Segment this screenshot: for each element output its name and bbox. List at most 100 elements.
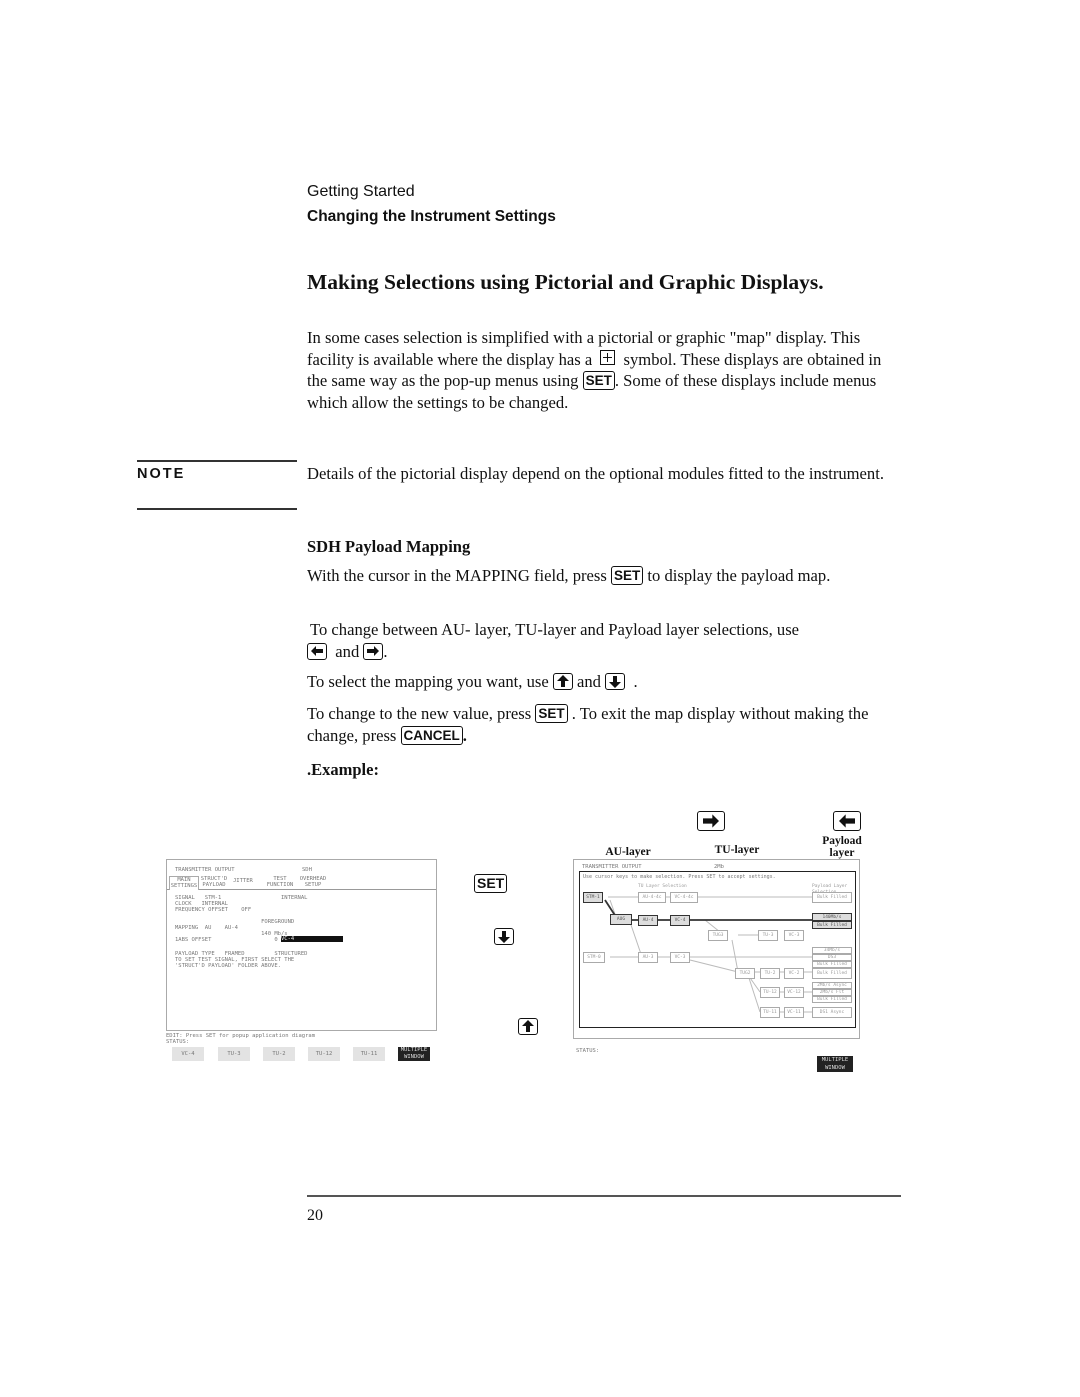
sdh-p3-text: To select the mapping you want, use <box>307 672 549 691</box>
payload-layer-label: Payload layer <box>822 835 862 859</box>
map-node-stm0[interactable]: STM-0 <box>583 952 605 963</box>
screen-line <box>175 943 307 951</box>
note-bottom-rule <box>137 508 297 510</box>
sdh-p1-text-b: to display the payload map. <box>647 566 831 585</box>
map-node-bulk-filled[interactable]: Bulk Filled <box>812 968 852 979</box>
sdh-p2-and: and <box>335 641 360 661</box>
map-node-bulk-filled[interactable]: Bulk Filled <box>812 961 852 968</box>
running-header-subsection: Changing the Instrument Settings <box>307 208 556 225</box>
sdh-p3-and: and <box>577 672 601 691</box>
softkey-tu3[interactable]: TU-3 <box>218 1047 250 1061</box>
running-header-section: Getting Started <box>307 183 415 200</box>
map-node-vc4[interactable]: VC-4 <box>670 915 690 926</box>
sdh-p4-end: . <box>462 725 467 745</box>
cancel-key: CANCEL <box>400 725 463 745</box>
map-node-tu3[interactable]: TU-3 <box>758 930 778 941</box>
tab-test-function[interactable]: TEST FUNCTION <box>265 876 295 888</box>
example-set-key-wrap: SET <box>474 874 508 894</box>
screen-settings-lines: SIGNAL STM-1 INTERNAL CLOCK INTERNAL FRE… <box>175 895 307 969</box>
sdh-p2-text: To change between AU- layer, TU-layer an… <box>310 620 800 639</box>
map-node-au4-4c[interactable]: AU-4-4c <box>638 892 666 903</box>
left-screen-status-label: STATUS: <box>166 1039 190 1045</box>
au-layer-label: AU-layer <box>605 846 651 858</box>
page-title: Making Selections using Pictorial and Gr… <box>307 270 824 294</box>
mapping-highlighted-option[interactable]: VC-4 <box>281 936 343 942</box>
map-node-140mbs[interactable]: 140Mb/s <box>812 913 852 921</box>
sdh-p1-text-a: With the cursor in the MAPPING field, pr… <box>307 566 607 585</box>
note-text: Details of the pictorial display depend … <box>307 464 884 483</box>
arrow-right-icon <box>697 811 725 831</box>
arrow-down-key-icon <box>605 673 626 690</box>
screen-title: TRANSMITTER OUTPUT <box>175 867 235 873</box>
tab-overhead-setup[interactable]: OVERHEAD SETUP <box>297 876 329 888</box>
map-node-2mbs-async[interactable]: 2Mb/s Async <box>812 982 852 989</box>
map-node-tu2[interactable]: TU-2 <box>760 968 780 979</box>
note-top-rule <box>137 460 297 462</box>
note-label: NOTE <box>137 466 186 482</box>
arrow-left-key-icon <box>307 642 327 660</box>
sdh-p2-end: . <box>383 641 388 661</box>
payload-map-frame: Use cursor keys to make selection. Press… <box>579 871 856 1028</box>
boxed-plus-icon <box>600 349 616 365</box>
sdh-paragraph-3: To select the mapping you want, use and … <box>307 671 902 693</box>
set-key: SET <box>474 874 508 893</box>
arrow-down-icon <box>494 928 514 945</box>
map-node-tug3[interactable]: TUG3 <box>708 930 728 941</box>
map-node-vc3[interactable]: VC-3 <box>670 952 690 963</box>
transmitter-output-screen: TRANSMITTER OUTPUT SDH MAIN SETTINGS STR… <box>166 859 437 1031</box>
map-node-vc2[interactable]: VC-2 <box>784 968 804 979</box>
map-screen-title: TRANSMITTER OUTPUT <box>582 864 642 870</box>
map-node-tug2[interactable]: TUG2 <box>735 968 755 979</box>
intro-paragraph: In some cases selection is simplified wi… <box>307 327 902 413</box>
map-node-ds1-async[interactable]: DS1 Async <box>812 1007 852 1018</box>
arrow-up-key-icon <box>552 673 573 690</box>
map-node-vc11[interactable]: VC-11 <box>784 1007 804 1018</box>
softkey-tu11[interactable]: TU-11 <box>353 1047 385 1061</box>
payload-map-screen: TRANSMITTER OUTPUT 2Mb Use cursor keys t… <box>573 859 860 1039</box>
right-screen-status-label: STATUS: <box>576 1048 600 1054</box>
set-key: SET <box>582 371 615 390</box>
map-node-vc12[interactable]: VC-12 <box>784 987 804 998</box>
sdh-paragraph-4: To change to the new value, press SET . … <box>307 703 902 746</box>
softkey-tu12[interactable]: TU-12 <box>308 1047 340 1061</box>
map-node-au4[interactable]: AU-4 <box>638 915 658 926</box>
map-node-tu12[interactable]: TU-12 <box>760 987 780 998</box>
map-node-2mbs-flt[interactable]: 2Mb/s Flt <box>812 989 852 996</box>
map-node-vc3[interactable]: VC-3 <box>784 930 804 941</box>
softkey-multiple-window[interactable]: MULTIPLE WINDOW <box>817 1056 853 1072</box>
sdh-paragraph-1: With the cursor in the MAPPING field, pr… <box>307 565 902 587</box>
softkey-vc4[interactable]: VC-4 <box>172 1047 204 1061</box>
map-node-au3[interactable]: AU-3 <box>638 952 658 963</box>
map-node-bulk-filled[interactable]: Bulk Filled <box>812 921 852 929</box>
set-key: SET <box>535 704 568 723</box>
footer-rule <box>307 1195 901 1197</box>
tab-structd-payload[interactable]: STRUCT'D PAYLOAD <box>199 876 229 888</box>
map-node-stm1[interactable]: STM-1 <box>583 892 603 903</box>
sdh-p4-text-a: To change to the new value, press <box>307 704 532 723</box>
screen-title-right: SDH <box>302 867 312 873</box>
arrow-right-key-icon <box>363 642 384 660</box>
sdh-p3-end: . <box>633 672 638 691</box>
page-number: 20 <box>307 1207 323 1224</box>
example-label: .Example: <box>307 760 379 780</box>
sdh-paragraph-2: To change between AU- layer, TU-layer an… <box>307 619 905 662</box>
tu-layer-label: TU-layer <box>714 844 760 856</box>
map-node-tu11[interactable]: TU-11 <box>760 1007 780 1018</box>
set-key: SET <box>610 566 644 585</box>
map-screen-title-right: 2Mb <box>714 864 724 870</box>
softkey-tu2[interactable]: TU-2 <box>263 1047 295 1061</box>
tab-jitter[interactable]: JITTER <box>233 878 253 884</box>
map-node-aug[interactable]: AUG <box>610 914 632 925</box>
map-node-34mbs[interactable]: 34Mb/s <box>812 947 852 954</box>
map-node-bulk-filled[interactable]: Bulk Filled <box>812 892 852 903</box>
map-node-ds3[interactable]: DS3 <box>812 954 852 961</box>
screen-line: 'STRUCT'D PAYLOAD' FOLDER ABOVE. <box>175 963 281 969</box>
section-heading-sdh: SDH Payload Mapping <box>307 537 471 556</box>
arrow-left-icon <box>833 811 861 831</box>
softkey-multiple-window[interactable]: MULTIPLE WINDOW <box>398 1047 430 1061</box>
tab-divider <box>167 889 436 890</box>
arrow-up-icon <box>518 1018 538 1035</box>
map-node-vc4-4c[interactable]: VC-4-4c <box>670 892 698 903</box>
map-node-bulk-filled[interactable]: Bulk Filled <box>812 996 852 1003</box>
tab-main-settings[interactable]: MAIN SETTINGS <box>169 876 199 890</box>
